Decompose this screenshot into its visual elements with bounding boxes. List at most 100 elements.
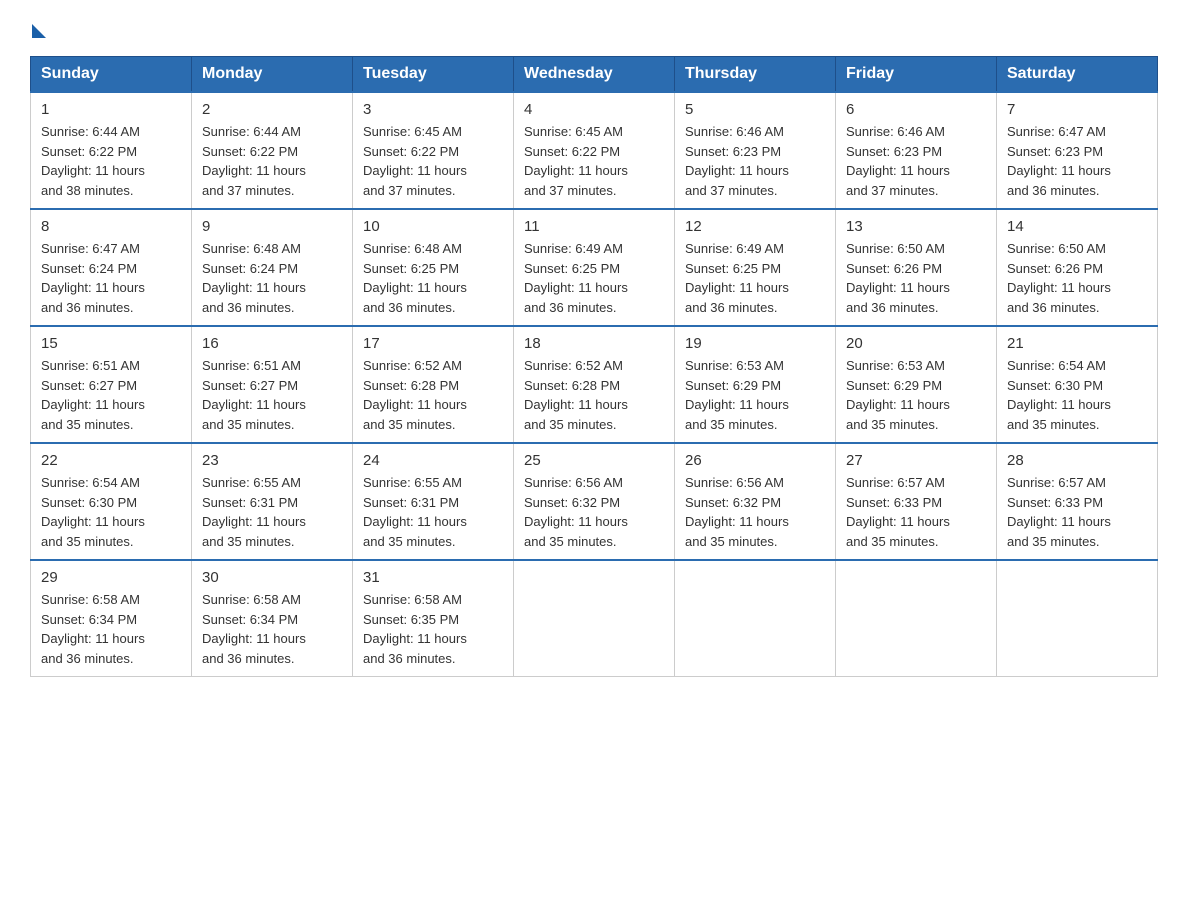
day-number: 18: [524, 335, 664, 352]
calendar-cell: [997, 560, 1158, 677]
day-number: 23: [202, 452, 342, 469]
day-info: Sunrise: 6:47 AMSunset: 6:24 PMDaylight:…: [41, 239, 181, 317]
day-info: Sunrise: 6:44 AMSunset: 6:22 PMDaylight:…: [202, 122, 342, 200]
calendar-cell: 15 Sunrise: 6:51 AMSunset: 6:27 PMDaylig…: [31, 326, 192, 443]
calendar-cell: 6 Sunrise: 6:46 AMSunset: 6:23 PMDayligh…: [836, 92, 997, 209]
day-info: Sunrise: 6:54 AMSunset: 6:30 PMDaylight:…: [41, 473, 181, 551]
day-number: 28: [1007, 452, 1147, 469]
day-number: 9: [202, 218, 342, 235]
calendar-cell: [514, 560, 675, 677]
day-number: 21: [1007, 335, 1147, 352]
calendar-cell: 24 Sunrise: 6:55 AMSunset: 6:31 PMDaylig…: [353, 443, 514, 560]
day-info: Sunrise: 6:48 AMSunset: 6:25 PMDaylight:…: [363, 239, 503, 317]
day-info: Sunrise: 6:54 AMSunset: 6:30 PMDaylight:…: [1007, 356, 1147, 434]
calendar-cell: 28 Sunrise: 6:57 AMSunset: 6:33 PMDaylig…: [997, 443, 1158, 560]
calendar-cell: 12 Sunrise: 6:49 AMSunset: 6:25 PMDaylig…: [675, 209, 836, 326]
day-number: 14: [1007, 218, 1147, 235]
day-info: Sunrise: 6:48 AMSunset: 6:24 PMDaylight:…: [202, 239, 342, 317]
calendar-week-4: 22 Sunrise: 6:54 AMSunset: 6:30 PMDaylig…: [31, 443, 1158, 560]
logo: [30, 20, 46, 36]
day-info: Sunrise: 6:58 AMSunset: 6:34 PMDaylight:…: [202, 590, 342, 668]
calendar-cell: 17 Sunrise: 6:52 AMSunset: 6:28 PMDaylig…: [353, 326, 514, 443]
day-number: 5: [685, 101, 825, 118]
calendar-week-5: 29 Sunrise: 6:58 AMSunset: 6:34 PMDaylig…: [31, 560, 1158, 677]
calendar-cell: 26 Sunrise: 6:56 AMSunset: 6:32 PMDaylig…: [675, 443, 836, 560]
day-info: Sunrise: 6:49 AMSunset: 6:25 PMDaylight:…: [685, 239, 825, 317]
calendar-cell: 14 Sunrise: 6:50 AMSunset: 6:26 PMDaylig…: [997, 209, 1158, 326]
calendar-cell: 29 Sunrise: 6:58 AMSunset: 6:34 PMDaylig…: [31, 560, 192, 677]
day-number: 15: [41, 335, 181, 352]
calendar-cell: 16 Sunrise: 6:51 AMSunset: 6:27 PMDaylig…: [192, 326, 353, 443]
day-info: Sunrise: 6:50 AMSunset: 6:26 PMDaylight:…: [1007, 239, 1147, 317]
day-info: Sunrise: 6:51 AMSunset: 6:27 PMDaylight:…: [41, 356, 181, 434]
calendar-cell: 21 Sunrise: 6:54 AMSunset: 6:30 PMDaylig…: [997, 326, 1158, 443]
calendar-table: SundayMondayTuesdayWednesdayThursdayFrid…: [30, 56, 1158, 677]
day-info: Sunrise: 6:44 AMSunset: 6:22 PMDaylight:…: [41, 122, 181, 200]
day-info: Sunrise: 6:47 AMSunset: 6:23 PMDaylight:…: [1007, 122, 1147, 200]
calendar-cell: 19 Sunrise: 6:53 AMSunset: 6:29 PMDaylig…: [675, 326, 836, 443]
day-info: Sunrise: 6:46 AMSunset: 6:23 PMDaylight:…: [685, 122, 825, 200]
calendar-cell: 9 Sunrise: 6:48 AMSunset: 6:24 PMDayligh…: [192, 209, 353, 326]
calendar-cell: 31 Sunrise: 6:58 AMSunset: 6:35 PMDaylig…: [353, 560, 514, 677]
day-number: 8: [41, 218, 181, 235]
day-number: 3: [363, 101, 503, 118]
day-number: 24: [363, 452, 503, 469]
calendar-cell: 22 Sunrise: 6:54 AMSunset: 6:30 PMDaylig…: [31, 443, 192, 560]
calendar-week-3: 15 Sunrise: 6:51 AMSunset: 6:27 PMDaylig…: [31, 326, 1158, 443]
page-header: [30, 20, 1158, 36]
calendar-cell: 30 Sunrise: 6:58 AMSunset: 6:34 PMDaylig…: [192, 560, 353, 677]
calendar-cell: 23 Sunrise: 6:55 AMSunset: 6:31 PMDaylig…: [192, 443, 353, 560]
logo-triangle-icon: [32, 24, 46, 38]
calendar-cell: 8 Sunrise: 6:47 AMSunset: 6:24 PMDayligh…: [31, 209, 192, 326]
calendar-cell: 20 Sunrise: 6:53 AMSunset: 6:29 PMDaylig…: [836, 326, 997, 443]
day-number: 30: [202, 569, 342, 586]
calendar-cell: 11 Sunrise: 6:49 AMSunset: 6:25 PMDaylig…: [514, 209, 675, 326]
day-number: 10: [363, 218, 503, 235]
day-info: Sunrise: 6:52 AMSunset: 6:28 PMDaylight:…: [524, 356, 664, 434]
header-monday: Monday: [192, 57, 353, 93]
day-info: Sunrise: 6:55 AMSunset: 6:31 PMDaylight:…: [202, 473, 342, 551]
calendar-cell: 18 Sunrise: 6:52 AMSunset: 6:28 PMDaylig…: [514, 326, 675, 443]
day-info: Sunrise: 6:50 AMSunset: 6:26 PMDaylight:…: [846, 239, 986, 317]
day-info: Sunrise: 6:45 AMSunset: 6:22 PMDaylight:…: [524, 122, 664, 200]
day-number: 6: [846, 101, 986, 118]
calendar-cell: [836, 560, 997, 677]
day-info: Sunrise: 6:55 AMSunset: 6:31 PMDaylight:…: [363, 473, 503, 551]
calendar-cell: [675, 560, 836, 677]
day-number: 29: [41, 569, 181, 586]
calendar-cell: 4 Sunrise: 6:45 AMSunset: 6:22 PMDayligh…: [514, 92, 675, 209]
day-number: 12: [685, 218, 825, 235]
calendar-cell: 2 Sunrise: 6:44 AMSunset: 6:22 PMDayligh…: [192, 92, 353, 209]
header-tuesday: Tuesday: [353, 57, 514, 93]
header-wednesday: Wednesday: [514, 57, 675, 93]
day-info: Sunrise: 6:56 AMSunset: 6:32 PMDaylight:…: [524, 473, 664, 551]
day-number: 7: [1007, 101, 1147, 118]
day-info: Sunrise: 6:58 AMSunset: 6:34 PMDaylight:…: [41, 590, 181, 668]
header-saturday: Saturday: [997, 57, 1158, 93]
day-number: 22: [41, 452, 181, 469]
day-number: 17: [363, 335, 503, 352]
day-info: Sunrise: 6:51 AMSunset: 6:27 PMDaylight:…: [202, 356, 342, 434]
day-number: 13: [846, 218, 986, 235]
day-info: Sunrise: 6:45 AMSunset: 6:22 PMDaylight:…: [363, 122, 503, 200]
header-sunday: Sunday: [31, 57, 192, 93]
day-number: 2: [202, 101, 342, 118]
day-number: 20: [846, 335, 986, 352]
day-info: Sunrise: 6:46 AMSunset: 6:23 PMDaylight:…: [846, 122, 986, 200]
day-number: 26: [685, 452, 825, 469]
calendar-cell: 13 Sunrise: 6:50 AMSunset: 6:26 PMDaylig…: [836, 209, 997, 326]
day-info: Sunrise: 6:52 AMSunset: 6:28 PMDaylight:…: [363, 356, 503, 434]
calendar-week-2: 8 Sunrise: 6:47 AMSunset: 6:24 PMDayligh…: [31, 209, 1158, 326]
day-info: Sunrise: 6:53 AMSunset: 6:29 PMDaylight:…: [685, 356, 825, 434]
day-number: 16: [202, 335, 342, 352]
day-info: Sunrise: 6:49 AMSunset: 6:25 PMDaylight:…: [524, 239, 664, 317]
day-info: Sunrise: 6:57 AMSunset: 6:33 PMDaylight:…: [1007, 473, 1147, 551]
day-info: Sunrise: 6:58 AMSunset: 6:35 PMDaylight:…: [363, 590, 503, 668]
day-number: 27: [846, 452, 986, 469]
day-number: 11: [524, 218, 664, 235]
calendar-week-1: 1 Sunrise: 6:44 AMSunset: 6:22 PMDayligh…: [31, 92, 1158, 209]
day-number: 31: [363, 569, 503, 586]
day-number: 25: [524, 452, 664, 469]
header-thursday: Thursday: [675, 57, 836, 93]
calendar-cell: 5 Sunrise: 6:46 AMSunset: 6:23 PMDayligh…: [675, 92, 836, 209]
